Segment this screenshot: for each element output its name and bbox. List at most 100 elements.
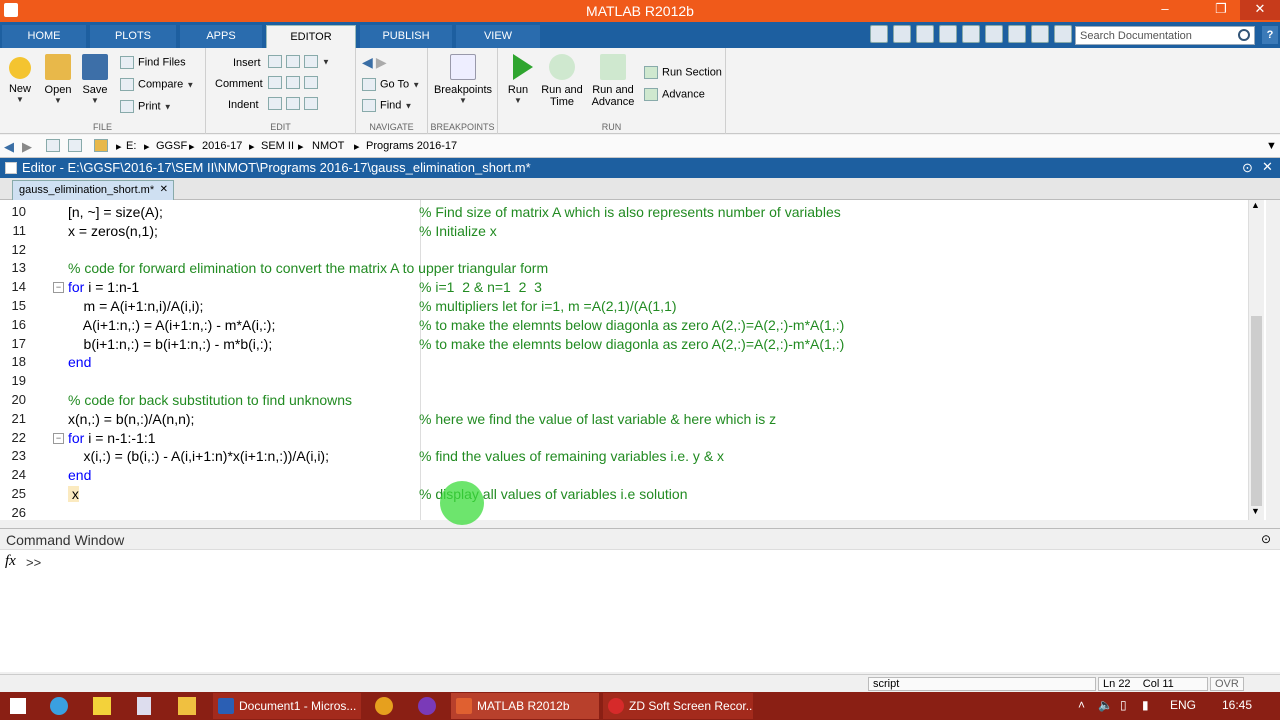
- maximize-button[interactable]: ❐: [1206, 0, 1236, 20]
- find-button[interactable]: Find ▼: [362, 99, 412, 112]
- new-button[interactable]: New ▼: [4, 52, 36, 104]
- scrollbar-thumb[interactable]: [1251, 316, 1262, 506]
- language-indicator[interactable]: ENG: [1170, 698, 1196, 712]
- fx-icon[interactable]: fx: [5, 553, 16, 570]
- tab-plots[interactable]: PLOTS: [90, 25, 176, 48]
- windows-taskbar: Document1 - Micros... MATLAB R2012b ZD S…: [0, 692, 1280, 720]
- redo-icon[interactable]: [1008, 25, 1026, 43]
- tab-apps[interactable]: APPS: [180, 25, 262, 48]
- open-button[interactable]: Open ▼: [40, 52, 76, 105]
- save-quick-icon[interactable]: [893, 25, 911, 43]
- editor-options-icon[interactable]: ⊙: [1242, 160, 1253, 176]
- code-line[interactable]: 20 % code for back substitution to find u…: [0, 392, 1246, 411]
- internet-explorer-icon[interactable]: [50, 697, 68, 715]
- browse-folder-icon[interactable]: [68, 139, 82, 152]
- insert-buttons[interactable]: ▼: [268, 55, 330, 68]
- run-button[interactable]: Run ▼: [502, 52, 534, 105]
- code-line[interactable]: 11 x = zeros(n,1); % Initialize x: [0, 223, 1246, 242]
- code-line[interactable]: 23 x(i,:) = (b(i,:) - A(i,i+1:n)*x(i+1:n…: [0, 448, 1246, 467]
- paste-icon[interactable]: [962, 25, 980, 43]
- taskbar-matlab[interactable]: MATLAB R2012b: [451, 693, 599, 719]
- file-explorer-icon[interactable]: [178, 697, 196, 715]
- taskbar-screen-recorder[interactable]: ZD Soft Screen Recor...: [603, 693, 753, 719]
- help-button[interactable]: ?: [1262, 26, 1278, 44]
- minimize-button[interactable]: –: [1150, 0, 1180, 20]
- code-line[interactable]: 21 x(n,:) = b(n,:)/A(n,n); % here we find …: [0, 411, 1246, 430]
- chrome-icon[interactable]: [375, 697, 393, 715]
- editor-scrollbar[interactable]: ▲ ▼: [1248, 200, 1264, 520]
- clock[interactable]: 16:45: [1222, 698, 1252, 712]
- line-number: 18: [11, 354, 26, 370]
- line-number: 23: [11, 448, 26, 464]
- go-to-button[interactable]: Go To ▼: [362, 78, 420, 91]
- command-window[interactable]: fx >>: [0, 550, 1280, 672]
- taskbar-word[interactable]: Document1 - Micros...: [213, 693, 361, 719]
- fold-toggle-icon[interactable]: −: [53, 282, 64, 294]
- close-tab-icon[interactable]: ✕: [160, 184, 168, 195]
- code-line[interactable]: 22 − for i = n-1:-1:1: [0, 430, 1246, 449]
- code-line[interactable]: 24 end: [0, 467, 1246, 486]
- code-line[interactable]: 19: [0, 373, 1246, 392]
- close-button[interactable]: ✕: [1240, 0, 1280, 20]
- undo-icon[interactable]: [985, 25, 1003, 43]
- windows-start-icon[interactable]: [10, 698, 26, 714]
- scroll-down-icon[interactable]: ▼: [1251, 506, 1260, 516]
- copy-icon[interactable]: [939, 25, 957, 43]
- app-icon[interactable]: [93, 697, 111, 715]
- code-line[interactable]: 16 A(i+1:n,:) = A(i+1:n,:) - m*A(i,:); % …: [0, 317, 1246, 336]
- help-icon[interactable]: [1054, 25, 1072, 43]
- back-forward-buttons[interactable]: ◀ ▶: [362, 54, 387, 71]
- save-button[interactable]: Save ▼: [78, 52, 112, 105]
- run-and-advance-button[interactable]: Run and Advance: [590, 52, 636, 108]
- network-icon[interactable]: ▮: [1142, 698, 1149, 712]
- tab-publish[interactable]: PUBLISH: [360, 25, 452, 48]
- back-icon[interactable]: ◀: [4, 139, 14, 155]
- print-button[interactable]: Print ▼: [120, 100, 172, 113]
- breadcrumb-item[interactable]: Programs 2016-17: [366, 140, 457, 152]
- switch-windows-icon[interactable]: [1031, 25, 1049, 43]
- fold-toggle-icon[interactable]: −: [53, 432, 64, 444]
- volume-icon[interactable]: 🔈: [1098, 698, 1113, 712]
- code-line[interactable]: 17 b(i+1:n,:) = b(i+1:n,:) - m*b(i,:); % …: [0, 336, 1246, 355]
- advance-button[interactable]: Advance: [644, 88, 705, 101]
- breadcrumb-item[interactable]: SEM II: [261, 140, 294, 152]
- breadcrumb-item[interactable]: 2016-17: [202, 140, 242, 152]
- forward-icon[interactable]: ▶: [22, 139, 32, 155]
- battery-icon[interactable]: ▯: [1120, 698, 1127, 712]
- word-icon: [218, 698, 234, 714]
- code-line[interactable]: 25 x% display all values of variables i.…: [0, 486, 1246, 505]
- address-dropdown-icon[interactable]: ▼: [1266, 140, 1277, 152]
- code-line[interactable]: 26: [0, 505, 1246, 524]
- code-line[interactable]: 13 % code for forward elimination to conv…: [0, 260, 1246, 279]
- code-line[interactable]: 14 − for i = 1:n-1 % i=1 2 & n=1 2 3: [0, 279, 1246, 298]
- code-line[interactable]: 12: [0, 242, 1246, 261]
- cut-icon[interactable]: [916, 25, 934, 43]
- breadcrumb-item[interactable]: E:: [126, 140, 136, 152]
- run-section-button[interactable]: Run Section: [644, 66, 722, 79]
- up-folder-icon[interactable]: [46, 139, 60, 152]
- breadcrumb-item[interactable]: NMOT: [312, 140, 344, 152]
- compare-button[interactable]: Compare ▼: [120, 78, 194, 91]
- app-icon[interactable]: [418, 697, 436, 715]
- notepad-icon[interactable]: [137, 697, 151, 715]
- comment-buttons[interactable]: [268, 76, 322, 89]
- breakpoints-button[interactable]: Breakpoints ▼: [432, 52, 494, 105]
- code-line[interactable]: 15 m = A(i+1:n,i)/A(i,i); % multipliers l…: [0, 298, 1246, 317]
- code-line[interactable]: 18 end: [0, 354, 1246, 373]
- tab-home[interactable]: HOME: [2, 25, 86, 48]
- run-and-time-button[interactable]: Run and Time: [538, 52, 586, 108]
- search-documentation-input[interactable]: Search Documentation: [1075, 26, 1255, 45]
- code-editor[interactable]: 10 [n, ~] = size(A); % Find size of matrix…: [0, 200, 1266, 520]
- find-files-button[interactable]: Find Files: [120, 56, 186, 69]
- tray-up-icon[interactable]: ˄: [1078, 698, 1085, 712]
- breadcrumb-item[interactable]: GGSF: [156, 140, 187, 152]
- indent-buttons[interactable]: [268, 97, 322, 110]
- tab-editor[interactable]: EDITOR: [266, 25, 356, 48]
- tab-view[interactable]: VIEW: [456, 25, 540, 48]
- code-line[interactable]: 10 [n, ~] = size(A); % Find size of matrix…: [0, 204, 1246, 223]
- file-tab[interactable]: gauss_elimination_short.m* ✕: [12, 180, 174, 200]
- command-window-options-icon[interactable]: ⊙: [1261, 532, 1271, 546]
- quick-access-icon[interactable]: [870, 25, 888, 43]
- editor-close-icon[interactable]: ✕: [1262, 159, 1273, 175]
- scroll-up-icon[interactable]: ▲: [1251, 200, 1260, 210]
